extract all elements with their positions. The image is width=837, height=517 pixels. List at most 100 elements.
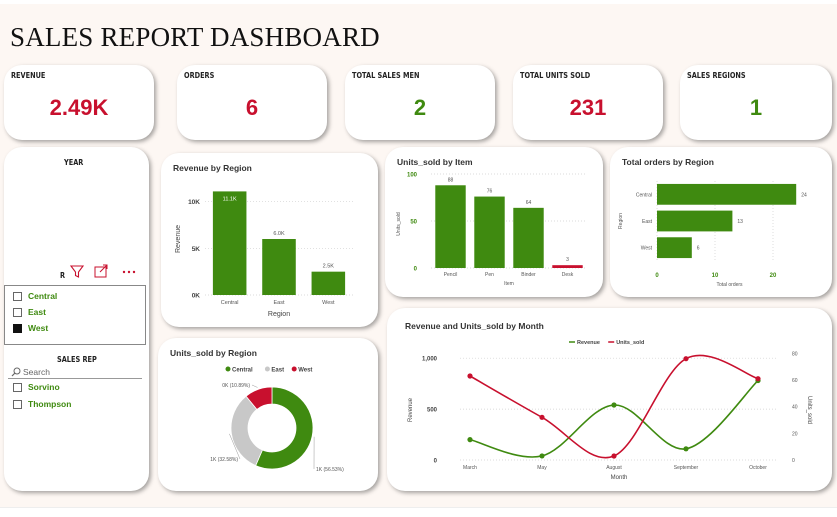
y-tick-label: 100 (407, 173, 418, 179)
top-strip (0, 0, 837, 4)
checkbox[interactable] (13, 291, 22, 301)
legend-label: West (298, 368, 312, 374)
legend-marker (264, 366, 270, 372)
units-sold-by-item-card[interactable]: Units_sold by Item 0 50 100 88 Pencil 76 Pen 64… (385, 147, 603, 297)
series-line (469, 380, 759, 458)
kpi-card-orders[interactable]: ORDERS 6 (177, 65, 327, 140)
bar (657, 210, 733, 232)
revenue-by-region-chart: 0K 5K 10K 11.1K Central 6.0K East 2.5K West Regio… (175, 191, 353, 318)
legend-marker (225, 366, 231, 372)
option-label: Thompson (28, 399, 72, 409)
kpi-label: TOTAL SALES MEN (352, 71, 420, 80)
x-axis-label: Month (611, 475, 628, 481)
kpi-label: ORDERS (184, 71, 215, 80)
sales-rep-search[interactable]: Search (11, 367, 50, 377)
y-tick-label: 0 (414, 267, 418, 273)
x-tick-label: Central (221, 300, 239, 306)
checkbox-checked[interactable] (13, 323, 22, 333)
bar (262, 239, 296, 295)
bar (552, 265, 583, 268)
x-tick-label: West (322, 300, 335, 306)
slicer-header-icons (69, 264, 136, 278)
kpi-value: 2 (413, 95, 427, 120)
x-tick-label: Binder (521, 272, 536, 278)
kpi-label: REVENUE (11, 71, 46, 80)
data-label: 6.0K (273, 231, 285, 237)
x-tick-label: Pencil (444, 272, 458, 278)
legend-marker (291, 366, 297, 372)
kpi-value: 231 (569, 95, 607, 120)
data-label: 24 (801, 192, 807, 198)
units-sold-by-region-card[interactable]: Units_sold by Region Central East West 1K (… (158, 338, 378, 491)
y-tick-label: West (641, 246, 653, 252)
bar (657, 237, 692, 259)
region-option-east[interactable]: East (13, 307, 46, 317)
data-point (755, 376, 761, 382)
kpi-card-total-units-sold[interactable]: TOTAL UNITS SOLD 231 (513, 65, 663, 140)
x-tick-label: September (674, 465, 699, 471)
focus-mode-icon[interactable] (94, 264, 108, 278)
data-point (467, 373, 473, 379)
checkbox[interactable] (13, 307, 22, 317)
kpi-card-revenue[interactable]: REVENUE 2.49K (4, 65, 154, 140)
y-tick-label: Central (636, 192, 652, 198)
x-tick-label: October (749, 465, 767, 471)
bar (657, 183, 797, 205)
x-tick-label: March (463, 465, 477, 471)
option-label: East (28, 307, 46, 317)
search-icon (11, 367, 21, 377)
data-label: 3 (566, 257, 569, 263)
x-axis-label: Total orders (716, 282, 743, 288)
data-label: 13 (737, 219, 743, 225)
bar (212, 191, 247, 295)
region-option-central[interactable]: Central (13, 291, 57, 301)
x-tick-label: Desk (562, 272, 574, 278)
y-right-tick-label: 0 (792, 458, 795, 464)
revenue-units-by-month-card[interactable]: Revenue and Units_sold by Month 0 500 1,00… (387, 308, 832, 491)
slice-label: 1K (56.53%) (316, 467, 344, 473)
y-axis-label: Units_sold (396, 212, 402, 236)
option-label: Sorvino (28, 382, 60, 392)
filter-icon[interactable] (69, 265, 85, 278)
kpi-value: 6 (245, 95, 259, 120)
bar (513, 207, 544, 268)
y-left-tick-label: 500 (427, 408, 438, 414)
checkbox[interactable] (13, 399, 22, 409)
sales-rep-slicer-title: SALES REP (57, 355, 97, 364)
data-label: 88 (448, 177, 454, 183)
data-label: 64 (526, 200, 532, 206)
option-label: Central (28, 291, 58, 301)
more-options-icon[interactable] (122, 270, 136, 274)
legend-label: Central (232, 368, 253, 374)
units-sold-by-region-chart: Central East West 1K (56.53%) 1K (32.58%) 0K … (210, 366, 344, 473)
y-right-tick-label: 80 (792, 351, 798, 357)
revenue-by-region-card[interactable]: Revenue by Region 0K 5K 10K 11.1K Central 6.0… (161, 153, 378, 327)
sales-rep-option-sorvino[interactable]: Sorvino (13, 382, 60, 392)
x-tick-label: 10 (712, 273, 719, 279)
y-tick-label: 5K (192, 246, 201, 253)
x-tick-label: East (273, 300, 284, 306)
kpi-card-total-sales-men[interactable]: TOTAL SALES MEN 2 (345, 65, 495, 140)
y-right-tick-label: 40 (792, 405, 798, 411)
total-orders-by-region-card[interactable]: Total orders by Region 0 10 20 24 Central 13 E… (610, 147, 832, 297)
x-tick-label: Pen (485, 272, 494, 278)
year-slicer-title: YEAR (64, 158, 84, 167)
y-axis-label: Revenue (175, 225, 182, 253)
x-tick-label: August (606, 465, 622, 471)
data-point (611, 453, 617, 459)
data-label: 76 (487, 189, 493, 195)
slice-leader (251, 384, 258, 388)
checkbox[interactable] (13, 382, 22, 392)
kpi-label: TOTAL UNITS SOLD (520, 71, 591, 80)
region-option-west[interactable]: West (13, 323, 48, 333)
dashboard-canvas: SALES REPORT DASHBOARD REVENUE 2.49K ORD… (0, 0, 837, 517)
data-point (683, 446, 689, 452)
option-label: West (28, 323, 49, 333)
sales-rep-option-thompson[interactable]: Thompson (13, 399, 71, 409)
data-point (467, 437, 473, 443)
bottom-strip (0, 507, 837, 517)
slicer-panel: YEAR R Central East West SALES REP Searc… (4, 147, 149, 491)
y-tick-label: 0K (192, 293, 201, 300)
kpi-card-sales-regions[interactable]: SALES REGIONS 1 (680, 65, 832, 140)
search-underline (8, 378, 142, 379)
